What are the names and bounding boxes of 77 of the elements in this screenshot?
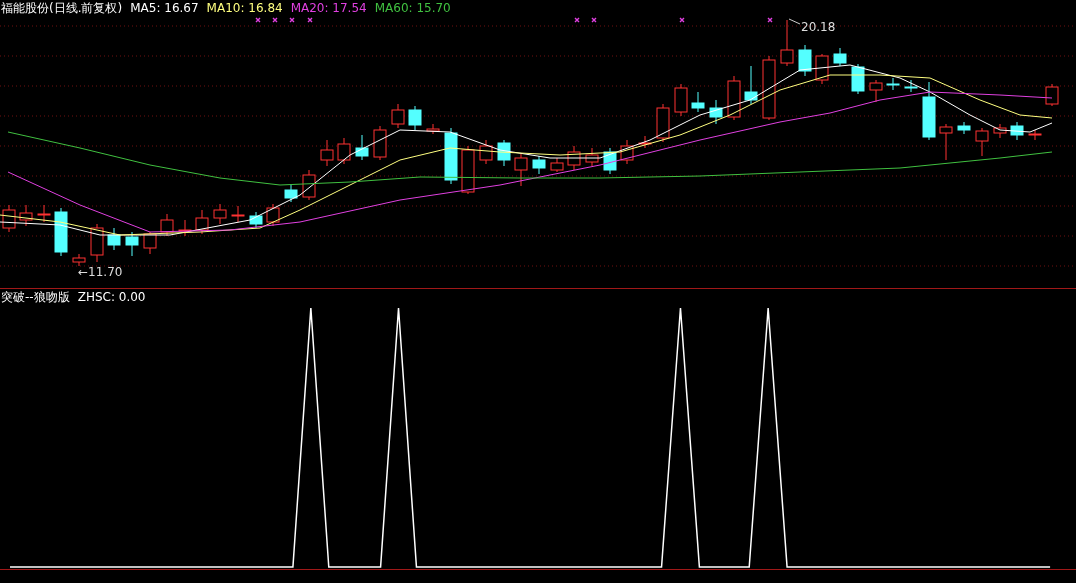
candlestick — [107, 227, 121, 251]
candlestick — [620, 139, 634, 165]
candlestick — [320, 139, 334, 167]
candlestick — [178, 219, 192, 237]
price-label: ←11.70 — [78, 265, 123, 279]
candlestick — [125, 231, 139, 257]
x-marker — [255, 17, 261, 23]
candlestick — [143, 231, 157, 255]
candlestick — [904, 79, 918, 93]
candlestick — [284, 183, 298, 203]
candlestick — [709, 99, 723, 125]
candlestick — [886, 77, 900, 91]
x-marker — [574, 17, 580, 23]
candlestick — [426, 123, 440, 135]
candlestick — [213, 203, 227, 225]
candlestick — [231, 205, 245, 223]
indicator-title: 突破--狼吻版 — [1, 289, 70, 305]
moving-average-label: MA60: 15.70 — [374, 0, 451, 16]
candlestick — [532, 155, 546, 175]
candlestick — [497, 139, 511, 167]
candlestick — [266, 203, 280, 227]
candlestick — [762, 55, 776, 121]
candlestick — [815, 53, 829, 85]
x-marker — [591, 17, 597, 23]
candlestick — [550, 157, 564, 173]
candlestick — [585, 147, 599, 167]
candlestick — [1010, 121, 1024, 141]
price-label: 20.18 — [801, 20, 836, 34]
candlestick — [798, 44, 812, 77]
candlestick — [939, 123, 953, 161]
moving-average-label: MA10: 16.84 — [206, 0, 283, 16]
moving-average-label: MA5: 16.67 — [130, 0, 199, 16]
candlestick — [514, 153, 528, 187]
candlestick — [851, 63, 865, 95]
candlestick — [1045, 83, 1059, 107]
candlestick — [461, 145, 475, 195]
leader-line — [788, 18, 801, 25]
candlestick — [656, 103, 670, 143]
candlestick — [37, 204, 51, 223]
candlestick — [674, 83, 688, 117]
candlestick — [567, 145, 581, 171]
x-marker — [272, 17, 278, 23]
candlestick — [603, 147, 617, 175]
candlestick — [249, 211, 263, 229]
candlestick — [727, 75, 741, 121]
candlestick — [90, 223, 104, 263]
candlestick — [408, 105, 422, 131]
x-marker — [307, 17, 313, 23]
candlestick — [444, 127, 458, 185]
x-marker — [679, 17, 685, 23]
candlestick — [355, 134, 369, 161]
candlestick — [922, 81, 936, 141]
chart-title: 福能股份(日线.前复权) — [1, 0, 123, 16]
candlestick — [780, 19, 794, 67]
candlestick — [993, 123, 1007, 139]
candlestick — [54, 207, 68, 257]
candlestick — [744, 65, 758, 105]
candlestick — [391, 103, 405, 129]
candlestick — [975, 127, 989, 157]
candlestick — [833, 47, 847, 67]
candlestick — [19, 204, 33, 227]
candlestick — [1028, 129, 1042, 141]
x-marker — [289, 17, 295, 23]
candlestick — [373, 125, 387, 161]
candlestick — [479, 139, 493, 165]
x-marker — [767, 17, 773, 23]
candlestick — [337, 137, 351, 165]
candlestick — [957, 121, 971, 135]
candlestick — [869, 79, 883, 103]
candlestick — [691, 91, 705, 113]
candlestick — [2, 204, 16, 233]
indicator-reading: ZHSC: 0.00 — [77, 289, 146, 305]
candlestick — [72, 253, 86, 267]
candlestick — [638, 135, 652, 149]
candlestick — [195, 209, 209, 235]
candlestick — [302, 169, 316, 201]
moving-average-label: MA20: 17.54 — [290, 0, 367, 16]
